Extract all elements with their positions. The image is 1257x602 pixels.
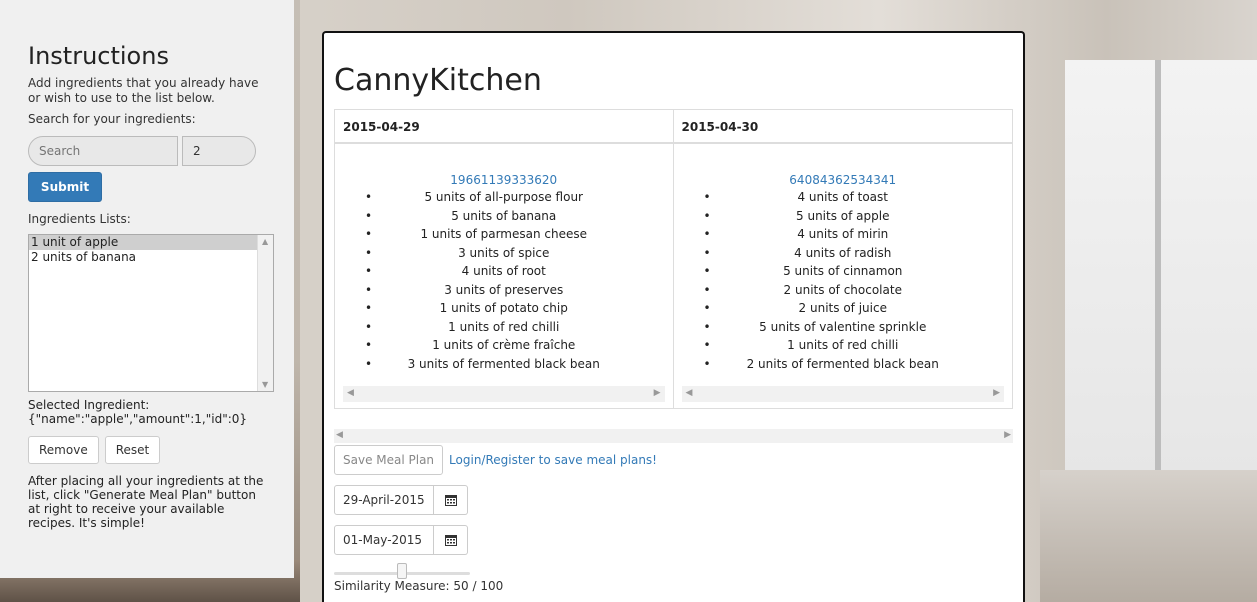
start-date-input[interactable] [334, 485, 434, 515]
bullet-icon: • [703, 190, 711, 204]
list-item: • 5 units of cinnamon [674, 262, 1013, 281]
remove-button[interactable]: Remove [28, 436, 99, 464]
similarity-slider[interactable] [334, 563, 470, 579]
list-item: • 3 units of fermented black bean [335, 355, 673, 374]
bullet-icon: • [703, 264, 711, 278]
list-item: • 5 units of all-purpose flour [335, 188, 673, 207]
list-item: • 3 units of spice [335, 244, 673, 263]
list-item: • 2 units of juice [674, 299, 1013, 318]
list-item: • 4 units of mirin [674, 225, 1013, 244]
meal-plan-table: 2015-04-29 19661139333620 • 5 units of al… [334, 109, 1013, 409]
end-date-input[interactable] [334, 525, 434, 555]
calendar-icon[interactable] [434, 525, 468, 555]
recipe-link[interactable]: 64084362534341 [674, 172, 1013, 188]
background-counter [1040, 470, 1257, 602]
day-header: 2015-04-29 [335, 110, 673, 144]
scroll-down-icon[interactable]: ▼ [262, 380, 268, 389]
scroll-left-icon[interactable]: ◀ [686, 388, 693, 398]
start-date-picker [334, 485, 1013, 515]
page-title: CannyKitchen [334, 63, 542, 98]
bullet-icon: • [365, 264, 373, 278]
bullet-icon: • [365, 227, 373, 241]
bullet-icon: • [703, 356, 711, 371]
list-item: • 5 units of apple [674, 207, 1013, 226]
bullet-icon: • [365, 319, 373, 334]
reset-button[interactable]: Reset [104, 436, 161, 464]
bullet-icon: • [703, 208, 711, 223]
bullet-icon: • [365, 282, 373, 297]
ingredients-lists-label: Ingredients Lists: [28, 212, 131, 226]
column-scrollbar[interactable]: ◀ ▶ [681, 386, 1004, 402]
instructions-intro: Add ingredients that you already have or… [28, 76, 259, 105]
meal-plan-panel: CannyKitchen 2015-04-29 19661139333620 •… [322, 31, 1025, 602]
save-row: Save Meal Plan Login/Register to save me… [334, 445, 1013, 475]
bullet-icon: • [365, 356, 373, 371]
slider-handle[interactable] [397, 563, 407, 579]
calendar-icon[interactable] [434, 485, 468, 515]
instructions-panel: Instructions Add ingredients that you al… [0, 0, 294, 578]
bullet-icon: • [365, 190, 373, 204]
bullet-icon: • [703, 301, 711, 315]
list-item: • 4 units of toast [674, 188, 1013, 207]
list-item: • 5 units of valentine sprinkle [674, 318, 1013, 337]
scroll-up-icon[interactable]: ▲ [262, 237, 268, 246]
recipe-ingredient-list: • 5 units of all-purpose flour • 5 units o… [335, 188, 673, 373]
recipe: 64084362534341 • 4 units of toast • 5 unit… [674, 144, 1013, 373]
end-date-picker [334, 525, 1013, 555]
day-header: 2015-04-30 [673, 110, 1012, 144]
list-item: • 1 units of red chilli [674, 336, 1013, 355]
after-instructions: After placing all your ingredients at th… [28, 474, 264, 530]
background-window-frame [1155, 60, 1161, 480]
list-item[interactable]: 1 unit of apple [29, 235, 257, 250]
amount-input[interactable] [182, 136, 256, 166]
recipe-link[interactable]: 19661139333620 [335, 172, 673, 188]
bullet-icon: • [365, 301, 373, 315]
bullet-icon: • [703, 282, 711, 297]
bullet-icon: • [365, 338, 373, 352]
scroll-left-icon[interactable]: ◀ [336, 430, 343, 440]
bullet-icon: • [703, 338, 711, 352]
bullet-icon: • [703, 227, 711, 241]
list-actions: Remove Reset [28, 436, 266, 464]
bullet-icon: • [365, 245, 373, 260]
login-register-link[interactable]: Login/Register to save meal plans! [449, 453, 657, 467]
selected-ingredient-value: {"name":"apple","amount":1,"id":0} [28, 412, 248, 426]
save-meal-plan-button[interactable]: Save Meal Plan [334, 445, 444, 475]
similarity-measure-label: Similarity Measure: 50 / 100 [334, 579, 504, 593]
list-item: • 5 units of banana [335, 207, 673, 226]
list-item: • 3 units of preserves [335, 281, 673, 300]
scroll-right-icon[interactable]: ▶ [654, 388, 661, 398]
ingredients-listbox[interactable]: 1 unit of apple 2 units of banana ▲ ▼ [28, 234, 274, 392]
bullet-icon: • [703, 319, 711, 334]
day-column: 2015-04-30 64084362534341 • 4 units of to… [673, 110, 1013, 408]
list-item[interactable]: 2 units of banana [29, 250, 273, 265]
list-item: • 4 units of radish [674, 244, 1013, 263]
scroll-right-icon[interactable]: ▶ [1004, 430, 1011, 440]
day-column: 2015-04-29 19661139333620 • 5 units of al… [335, 110, 674, 408]
listbox-scrollbar[interactable]: ▲ ▼ [257, 235, 273, 391]
list-item: • 1 units of potato chip [335, 299, 673, 318]
scroll-right-icon[interactable]: ▶ [993, 388, 1000, 398]
search-input[interactable] [28, 136, 178, 166]
list-item: • 4 units of root [335, 262, 673, 281]
table-scrollbar[interactable]: ◀ ▶ [334, 429, 1013, 443]
list-item: • 2 units of fermented black bean [674, 355, 1013, 374]
recipe: 19661139333620 • 5 units of all-purpose f… [335, 144, 673, 373]
search-row [28, 136, 266, 166]
bullet-icon: • [703, 245, 711, 260]
list-item: • 2 units of chocolate [674, 281, 1013, 300]
submit-button[interactable]: Submit [28, 172, 102, 202]
instructions-title: Instructions [28, 42, 169, 70]
column-scrollbar[interactable]: ◀ ▶ [343, 386, 665, 402]
scroll-left-icon[interactable]: ◀ [347, 388, 354, 398]
selected-ingredient: Selected Ingredient: {"name":"apple","am… [28, 398, 266, 426]
recipe-ingredient-list: • 4 units of toast • 5 units of apple • 4 u… [674, 188, 1013, 373]
background-window [1065, 60, 1257, 480]
search-label: Search for your ingredients: [28, 112, 196, 126]
list-item: • 1 units of red chilli [335, 318, 673, 337]
selected-ingredient-label: Selected Ingredient: [28, 398, 150, 412]
list-item: • 1 units of parmesan cheese [335, 225, 673, 244]
bullet-icon: • [365, 208, 373, 223]
list-item: • 1 units of crème fraîche [335, 336, 673, 355]
